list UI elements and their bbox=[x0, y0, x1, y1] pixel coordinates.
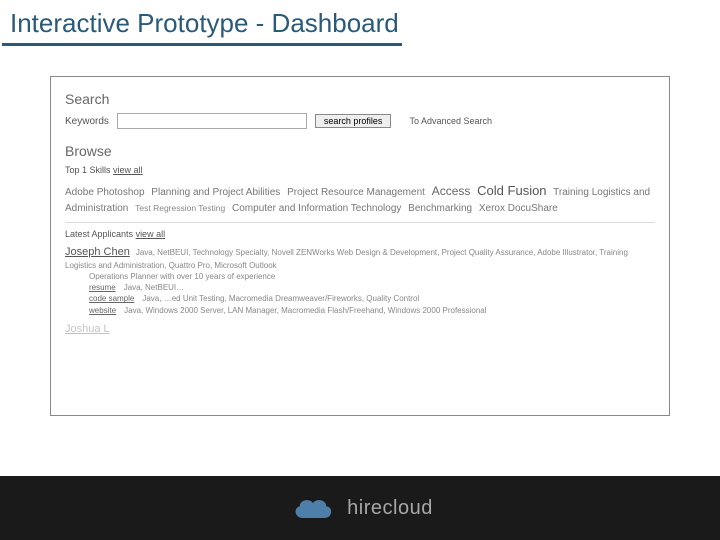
applicant-doc-meta: Java, Windows 2000 Server, LAN Manager, … bbox=[124, 306, 486, 315]
applicant-name-link[interactable]: Joshua L bbox=[65, 323, 110, 335]
skill-tag[interactable]: Test Regression Testing bbox=[135, 203, 225, 213]
top-skills-line: Top 1 Skills view all bbox=[65, 165, 655, 175]
applicant-doc-meta: Java, …ed Unit Testing, Macromedia Dream… bbox=[142, 294, 419, 303]
search-input[interactable] bbox=[117, 113, 307, 129]
skill-tag[interactable]: Computer and Information Technology bbox=[232, 203, 401, 214]
applicant-doc-link[interactable]: resume bbox=[89, 283, 116, 292]
slide-title: Interactive Prototype - Dashboard bbox=[0, 0, 720, 43]
dashboard-panel: Search Keywords search profiles To Advan… bbox=[50, 76, 670, 416]
skill-tag[interactable]: Access bbox=[432, 184, 471, 198]
applicant-link-row: website Java, Windows 2000 Server, LAN Ma… bbox=[89, 305, 655, 316]
applicant-link-row: resume Java, NetBEUI… bbox=[89, 282, 655, 293]
footer-bar: hirecloud bbox=[0, 476, 720, 540]
skill-tag[interactable]: Cold Fusion bbox=[477, 183, 546, 198]
cloud-icon bbox=[287, 493, 339, 523]
skill-tag[interactable]: Xerox DocuShare bbox=[479, 203, 558, 214]
applicant-item: Joshua L bbox=[65, 322, 655, 337]
applicant-doc-meta: Java, NetBEUI… bbox=[124, 283, 184, 292]
skill-tag[interactable]: Benchmarking bbox=[408, 203, 472, 214]
applicant-link-row: code sample Java, …ed Unit Testing, Macro… bbox=[89, 293, 655, 304]
applicant-doc-link[interactable]: code sample bbox=[89, 294, 134, 303]
skill-tag[interactable]: Project Resource Management bbox=[287, 187, 425, 198]
applicant-name-link[interactable]: Joseph Chen bbox=[65, 246, 130, 258]
applicants-list: Joseph ChenJava, NetBEUI, Technology Spe… bbox=[65, 245, 655, 338]
applicant-item: Joseph ChenJava, NetBEUI, Technology Spe… bbox=[65, 245, 655, 316]
advanced-search-link[interactable]: To Advanced Search bbox=[409, 116, 492, 126]
divider bbox=[65, 222, 655, 223]
browse-heading: Browse bbox=[65, 143, 655, 159]
search-heading: Search bbox=[65, 91, 655, 107]
skill-tag[interactable]: Planning and Project Abilities bbox=[151, 187, 280, 198]
top-skills-label: Top 1 Skills bbox=[65, 165, 111, 175]
title-underline bbox=[2, 43, 402, 46]
applicant-skills: Java, NetBEUI, Technology Specialty, Nov… bbox=[65, 248, 628, 270]
skills-tag-cloud: Adobe Photoshop Planning and Project Abi… bbox=[65, 181, 655, 216]
applicant-doc-link[interactable]: website bbox=[89, 306, 116, 315]
latest-applicants-line: Latest Applicants view all bbox=[65, 229, 655, 239]
brand-text: hirecloud bbox=[347, 497, 433, 520]
applicant-tagline: Operations Planner with over 10 years of… bbox=[89, 271, 655, 282]
latest-applicants-label: Latest Applicants bbox=[65, 229, 133, 239]
search-row: Keywords search profiles To Advanced Sea… bbox=[65, 113, 655, 129]
search-profiles-button[interactable]: search profiles bbox=[315, 114, 392, 128]
view-all-applicants-link[interactable]: view all bbox=[136, 229, 166, 239]
view-all-skills-link[interactable]: view all bbox=[113, 165, 143, 175]
skill-tag[interactable]: Adobe Photoshop bbox=[65, 187, 145, 198]
keywords-label: Keywords bbox=[65, 116, 109, 127]
